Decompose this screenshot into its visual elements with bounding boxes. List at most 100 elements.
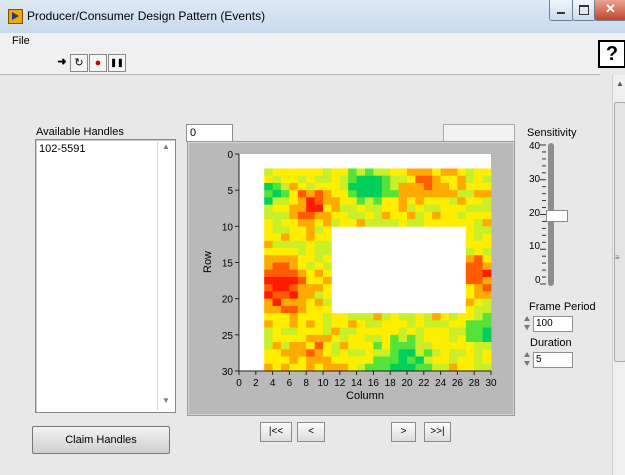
heatmap-cell (289, 334, 299, 343)
heatmap-cell (482, 356, 492, 365)
heatmap-cell (339, 219, 349, 227)
heatmap-cell (323, 356, 332, 365)
frame-period-stepper[interactable] (522, 315, 532, 331)
panel-scrollbar[interactable]: ▲ ≡ (612, 75, 625, 475)
heatmap-cell (407, 219, 416, 227)
run-arrow-icon[interactable]: ➜ (54, 54, 70, 70)
heatmap-cell (432, 168, 441, 177)
heatmap-cell (415, 168, 425, 177)
heatmap-cell (381, 313, 391, 321)
heatmap-cell (356, 356, 366, 365)
heatmap-cell (272, 175, 282, 184)
close-button[interactable]: ✕ (594, 0, 625, 21)
minimize-button[interactable] (549, 0, 574, 21)
heatmap-cell (465, 204, 475, 213)
abort-icon[interactable]: ● (89, 54, 107, 72)
heatmap-cell (356, 327, 366, 336)
heatmap-cell (306, 182, 315, 191)
heatmap-cell (314, 291, 324, 300)
heatmap-cell (365, 349, 374, 357)
heatmap-cell (482, 276, 492, 285)
heatmap-cell (398, 211, 408, 220)
heatmap-cell (482, 313, 492, 321)
heatmap-cell (331, 342, 341, 350)
heatmap-cell (348, 356, 357, 365)
y-tick-label: 15 (222, 259, 234, 270)
heatmap-cell (356, 211, 366, 220)
heatmap-cell (474, 276, 483, 285)
heatmap-cell (440, 313, 450, 321)
handles-listbox[interactable]: 102-5591 ▲ ▼ (35, 139, 176, 413)
frame-period-field[interactable]: 100 (533, 316, 573, 332)
heatmap-cell (390, 349, 399, 357)
heatmap-cell (348, 197, 357, 206)
duration-field[interactable]: 5 (533, 352, 573, 368)
heatmap-cell (281, 363, 290, 372)
heatmap-cell (297, 305, 307, 314)
scroll-down-icon[interactable]: ▼ (162, 396, 170, 405)
heatmap-cell (323, 175, 332, 184)
window-title: Producer/Consumer Design Pattern (Events… (27, 9, 266, 23)
heatmap-cell (323, 255, 332, 263)
heatmap-cell (281, 334, 290, 343)
heatmap-cell (306, 276, 315, 285)
heatmap-cell (423, 211, 433, 220)
scroll-up-icon[interactable]: ▲ (616, 79, 624, 88)
sensitivity-slider-thumb[interactable] (546, 209, 568, 222)
first-frame-button[interactable]: |<< (260, 422, 292, 442)
heatmap-cell (339, 175, 349, 184)
heatmap-cell (381, 175, 391, 184)
status-indicator (443, 124, 515, 142)
heatmap-cell (281, 175, 290, 184)
next-frame-button[interactable]: > (391, 422, 416, 442)
heatmap-cell (339, 190, 349, 198)
claim-handles-button[interactable]: Claim Handles (32, 426, 170, 454)
help-icon[interactable]: ? (598, 40, 625, 68)
heatmap-cell (264, 240, 273, 249)
heatmap-cell (432, 182, 441, 191)
heatmap-cell (348, 211, 357, 220)
heatmap-cell (323, 168, 332, 177)
pause-icon[interactable]: ❚❚ (108, 54, 126, 72)
heatmap-cell (457, 363, 467, 372)
heatmap-cell (423, 334, 433, 343)
heatmap-cell (390, 168, 399, 177)
heatmap-cell (323, 284, 332, 292)
prev-frame-button[interactable]: < (297, 422, 325, 442)
heatmap-cell (323, 211, 332, 220)
heatmap-cell (407, 175, 416, 184)
heatmap-cell (297, 233, 307, 242)
heatmap-cell (373, 211, 383, 220)
heatmap-cell (381, 211, 391, 220)
heatmap-cell (373, 327, 383, 336)
maximize-button[interactable] (572, 0, 596, 21)
heatmap-cell (289, 197, 299, 206)
heatmap-cell (482, 211, 492, 220)
heatmap-cell (381, 363, 391, 372)
menu-file[interactable]: File (12, 35, 30, 47)
heatmap-cell (289, 226, 299, 234)
heatmap-cell (365, 327, 374, 336)
heatmap-cell (373, 182, 383, 191)
listbox-scrollbar[interactable]: ▲ ▼ (157, 140, 174, 410)
run-continuously-icon[interactable]: ↻ (70, 54, 88, 72)
heatmap-cell (264, 211, 273, 220)
duration-stepper[interactable] (522, 351, 532, 367)
heatmap-cell (297, 313, 307, 321)
heatmap-cell (281, 349, 290, 357)
scroll-up-icon[interactable]: ▲ (162, 142, 170, 151)
heatmap-cell (423, 190, 433, 198)
scrollbar-thumb[interactable] (614, 102, 625, 362)
heatmap-cell (323, 226, 332, 234)
heatmap-cell (272, 226, 282, 234)
heatmap-cell (272, 269, 282, 278)
last-frame-button[interactable]: >>| (424, 422, 451, 442)
heatmap-cell (465, 255, 475, 263)
heatmap-cell (289, 190, 299, 198)
heatmap-cell (314, 298, 324, 307)
heatmap-cell (373, 197, 383, 206)
x-tick-label: 2 (253, 378, 259, 389)
heatmap-cell (356, 197, 366, 206)
frame-index-field[interactable]: 0 (186, 124, 233, 142)
list-item[interactable]: 102-5591 (39, 143, 86, 155)
